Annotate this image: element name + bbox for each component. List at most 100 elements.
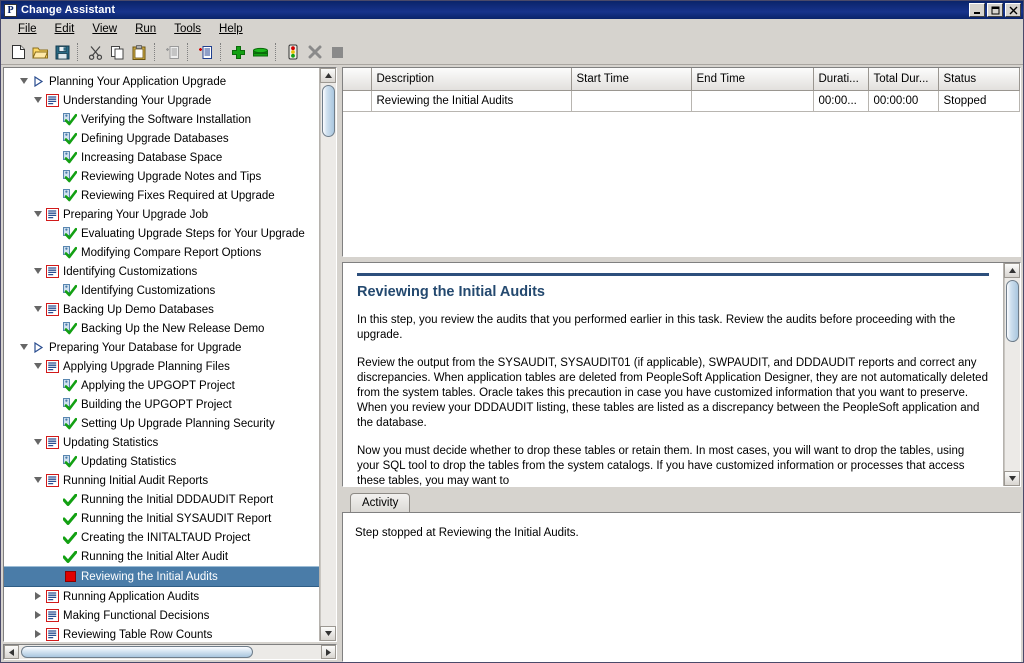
- stop-square-icon[interactable]: [326, 41, 348, 63]
- grid-header-row: Description Start Time End Time Durati..…: [343, 68, 1020, 91]
- tree-expand-collapse-open-icon[interactable]: [18, 343, 30, 352]
- tree-expand-collapse-open-icon[interactable]: [32, 476, 44, 485]
- tree-expand-collapse-open-icon[interactable]: [32, 438, 44, 447]
- step-grid[interactable]: Description Start Time End Time Durati..…: [343, 68, 1020, 112]
- tree-item[interactable]: Making Functional Decisions: [4, 606, 319, 625]
- grid-col-status[interactable]: Status: [938, 68, 1020, 91]
- tree-expand-collapse-closed-icon[interactable]: [32, 610, 44, 621]
- minimize-button[interactable]: [969, 3, 985, 17]
- task-tree[interactable]: Planning Your Application Upgrade Underst…: [4, 68, 319, 641]
- new-icon[interactable]: [7, 41, 29, 63]
- tree-item[interactable]: Modifying Compare Report Options: [4, 243, 319, 262]
- stop-x-icon[interactable]: [304, 41, 326, 63]
- cut-scissors-icon[interactable]: [84, 41, 106, 63]
- tree-expand-collapse-open-icon[interactable]: [32, 96, 44, 105]
- tree-expand-collapse-open-icon[interactable]: [32, 362, 44, 371]
- tree-item-label: Understanding Your Upgrade: [63, 94, 212, 107]
- tree-item[interactable]: Evaluating Upgrade Steps for Your Upgrad…: [4, 224, 319, 243]
- tree-item[interactable]: Running the Initial Alter Audit: [4, 547, 319, 566]
- tree-scroll-right-button[interactable]: [321, 645, 336, 659]
- tree-expand-collapse-closed-icon[interactable]: [32, 591, 44, 602]
- tree-item[interactable]: Identifying Customizations: [4, 262, 319, 281]
- tree-item[interactable]: Setting Up Upgrade Planning Security: [4, 414, 319, 433]
- detail-pane: Description Start Time End Time Durati..…: [342, 67, 1021, 662]
- menu-item-view[interactable]: View: [83, 21, 126, 37]
- tree-item[interactable]: Preparing Your Upgrade Job: [4, 205, 319, 224]
- doc-scroll-thumb[interactable]: [1006, 280, 1019, 342]
- tree-item-label: Building the UPGOPT Project: [81, 398, 232, 411]
- insert-task-icon[interactable]: [194, 41, 216, 63]
- tree-horizontal-scrollbar[interactable]: [3, 644, 337, 660]
- close-button[interactable]: [1005, 3, 1021, 17]
- tab-activity[interactable]: Activity: [350, 493, 411, 512]
- grid-col-total-duration[interactable]: Total Dur...: [868, 68, 939, 91]
- copy-icon[interactable]: [106, 41, 128, 63]
- grid-col-end-time[interactable]: End Time: [691, 68, 814, 91]
- tree-expand-collapse-open-icon[interactable]: [32, 210, 44, 219]
- tree-item[interactable]: Applying the UPGOPT Project: [4, 376, 319, 395]
- save-icon[interactable]: [51, 41, 73, 63]
- grid-col-marker[interactable]: [343, 68, 372, 91]
- tree-item[interactable]: Updating Statistics: [4, 452, 319, 471]
- grid-col-start-time[interactable]: Start Time: [571, 68, 692, 91]
- tree-item[interactable]: Planning Your Application Upgrade: [4, 72, 319, 91]
- tree-item[interactable]: Increasing Database Space: [4, 148, 319, 167]
- menu-item-edit[interactable]: Edit: [46, 21, 84, 37]
- tree-item-selected[interactable]: Reviewing the Initial Audits: [4, 566, 319, 587]
- tree-item[interactable]: Backing Up the New Release Demo: [4, 319, 319, 338]
- tree-item[interactable]: Backing Up Demo Databases: [4, 300, 319, 319]
- table-row[interactable]: Reviewing the Initial Audits 00:00... 00…: [343, 90, 1020, 112]
- tree-item[interactable]: Reviewing Table Row Counts: [4, 625, 319, 641]
- tree-item[interactable]: Running Application Audits: [4, 587, 319, 606]
- tree-expand-collapse-closed-icon[interactable]: [32, 629, 44, 640]
- tree-item[interactable]: Creating the INITALTAUD Project: [4, 528, 319, 547]
- menu-item-run[interactable]: Run: [126, 21, 165, 37]
- database-icon[interactable]: [249, 41, 271, 63]
- tree-item-label: Setting Up Upgrade Planning Security: [81, 417, 275, 430]
- tree-item-label: Running the Initial SYSAUDIT Report: [81, 512, 272, 525]
- tree-item[interactable]: Understanding Your Upgrade: [4, 91, 319, 110]
- step-done-icon: [62, 417, 78, 430]
- maximize-button[interactable]: [987, 3, 1003, 17]
- tree-expand-collapse-open-icon[interactable]: [32, 305, 44, 314]
- tree-vertical-scrollbar[interactable]: [319, 68, 336, 641]
- menu-item-help[interactable]: Help: [210, 21, 252, 37]
- tree-item[interactable]: Running the Initial DDDAUDIT Report: [4, 490, 319, 509]
- tree-scroll-down-button[interactable]: [320, 626, 336, 641]
- insert-step-disabled-icon[interactable]: [161, 41, 183, 63]
- tree-expand-collapse-open-icon[interactable]: [32, 267, 44, 276]
- tree-item[interactable]: Running the Initial SYSAUDIT Report: [4, 509, 319, 528]
- doc-scroll-track[interactable]: [1004, 278, 1020, 471]
- tree-scroll-left-button[interactable]: [4, 645, 19, 659]
- tree-item[interactable]: Identifying Customizations: [4, 281, 319, 300]
- doc-scroll-up-button[interactable]: [1004, 263, 1020, 278]
- grid-col-description[interactable]: Description: [371, 68, 572, 91]
- tree-item[interactable]: Running Initial Audit Reports: [4, 471, 319, 490]
- open-folder-icon[interactable]: [29, 41, 51, 63]
- paste-clipboard-icon[interactable]: [128, 41, 150, 63]
- menu-item-file[interactable]: File: [9, 21, 46, 37]
- tree-item[interactable]: Building the UPGOPT Project: [4, 395, 319, 414]
- tree-scroll-up-button[interactable]: [320, 68, 336, 83]
- doc-scroll-down-button[interactable]: [1004, 471, 1020, 486]
- menu-item-tools[interactable]: Tools: [165, 21, 210, 37]
- tree-hscroll-thumb[interactable]: [21, 646, 253, 658]
- doc-vertical-scrollbar[interactable]: [1003, 263, 1020, 486]
- tree-item[interactable]: Preparing Your Database for Upgrade: [4, 338, 319, 357]
- tree-item[interactable]: Updating Statistics: [4, 433, 319, 452]
- grid-col-duration[interactable]: Durati...: [813, 68, 869, 91]
- tree-expand-collapse-open-icon[interactable]: [18, 77, 30, 86]
- tree-hscroll-track[interactable]: [19, 645, 321, 659]
- tree-item[interactable]: Reviewing Upgrade Notes and Tips: [4, 167, 319, 186]
- tree-scroll-track[interactable]: [320, 83, 336, 626]
- tree-item[interactable]: Verifying the Software Installation: [4, 110, 319, 129]
- tree-item[interactable]: Applying Upgrade Planning Files: [4, 357, 319, 376]
- add-plus-icon[interactable]: [227, 41, 249, 63]
- tree-scroll-thumb[interactable]: [322, 85, 335, 137]
- tree-item-label: Creating the INITALTAUD Project: [81, 531, 251, 544]
- doc-top-rule: [357, 273, 989, 276]
- tree-item[interactable]: Reviewing Fixes Required at Upgrade: [4, 186, 319, 205]
- traffic-light-run-icon[interactable]: [282, 41, 304, 63]
- tree-item[interactable]: Defining Upgrade Databases: [4, 129, 319, 148]
- tree-item-label: Defining Upgrade Databases: [81, 132, 229, 145]
